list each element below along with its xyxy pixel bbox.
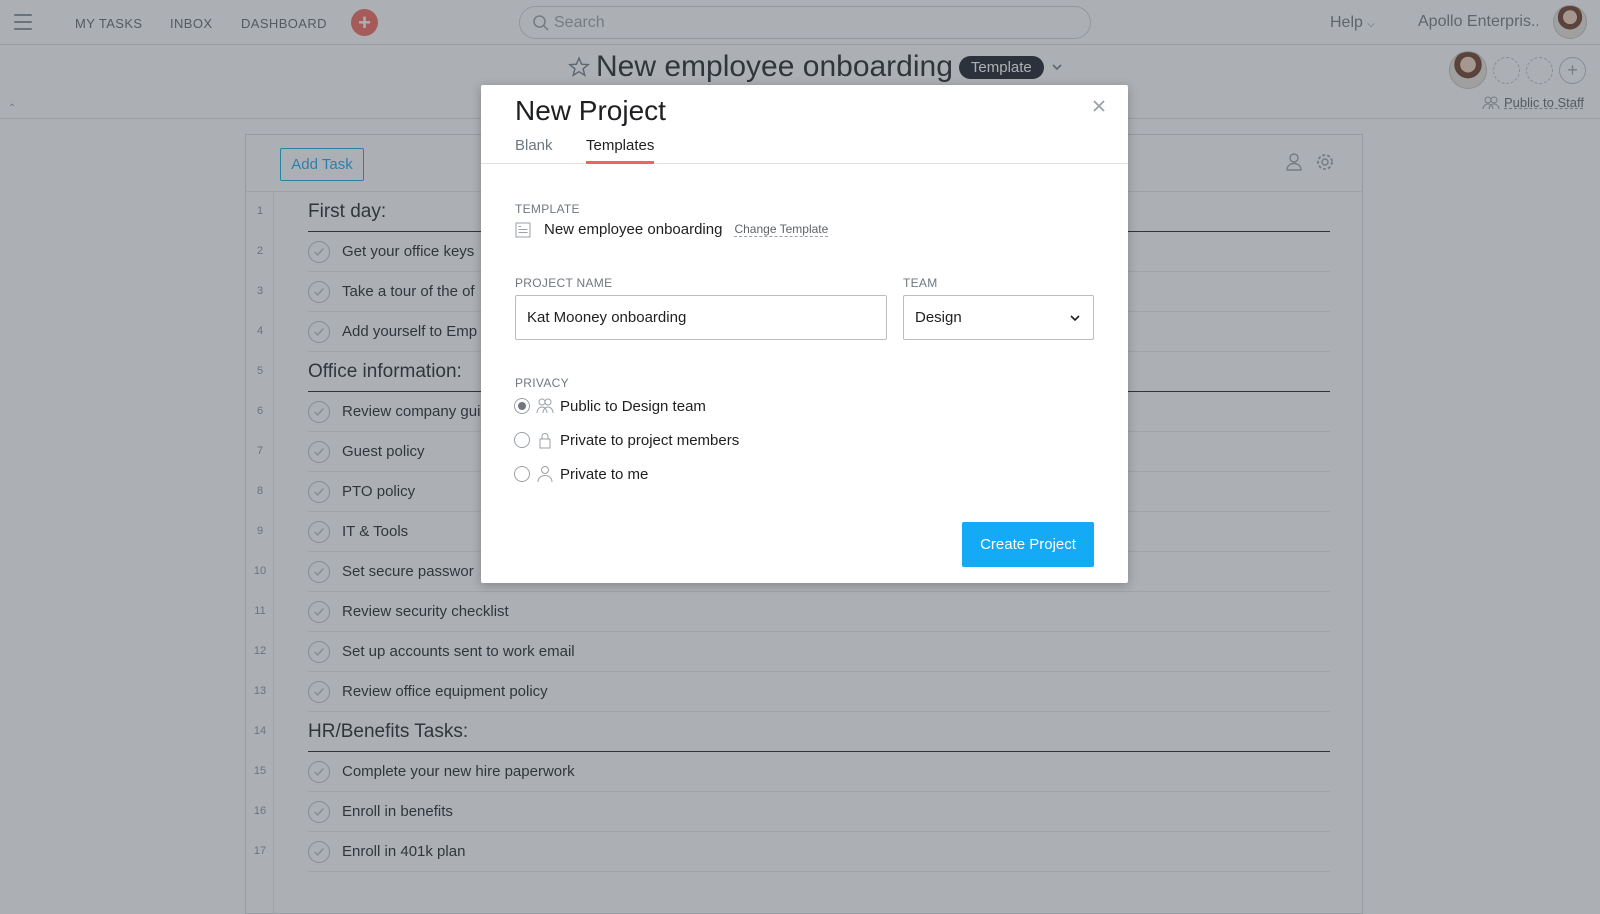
privacy-option-label: Public to Design team <box>560 397 706 415</box>
privacy-option-members[interactable]: Private to project members <box>514 431 739 449</box>
template-doc-icon <box>515 222 531 237</box>
create-project-button[interactable]: Create Project <box>962 522 1094 567</box>
template-name: New employee onboarding <box>544 221 723 238</box>
new-project-dialog: New Project Blank Templates TEMPLATE New… <box>481 85 1128 583</box>
team-select[interactable]: Design <box>903 295 1094 340</box>
team-label: TEAM <box>903 276 938 290</box>
dialog-tabs: Blank Templates <box>481 137 1128 164</box>
privacy-label: PRIVACY <box>515 376 569 390</box>
close-icon[interactable] <box>1092 99 1106 113</box>
privacy-option-label: Private to project members <box>560 431 740 449</box>
privacy-radio-members[interactable] <box>514 432 530 448</box>
chevron-down-icon <box>1070 315 1080 322</box>
dialog-title: New Project <box>515 95 666 126</box>
person-icon <box>537 466 553 483</box>
team-value: Design <box>915 309 962 326</box>
team-icon <box>536 398 554 414</box>
privacy-option-me[interactable]: Private to me <box>514 465 648 483</box>
privacy-option-label: Private to me <box>560 465 649 483</box>
privacy-option-team[interactable]: Public to Design team <box>514 397 706 415</box>
lock-icon <box>539 433 551 449</box>
project-name-input[interactable] <box>515 295 887 340</box>
tab-templates[interactable]: Templates <box>586 137 655 164</box>
template-row: New employee onboarding Change Template <box>515 221 829 238</box>
tab-blank[interactable]: Blank <box>515 137 553 164</box>
privacy-radio-me[interactable] <box>514 466 530 482</box>
privacy-radio-team[interactable] <box>514 398 530 414</box>
change-template-link[interactable]: Change Template <box>734 222 829 237</box>
template-label: TEMPLATE <box>515 202 580 216</box>
project-name-label: PROJECT NAME <box>515 276 613 290</box>
